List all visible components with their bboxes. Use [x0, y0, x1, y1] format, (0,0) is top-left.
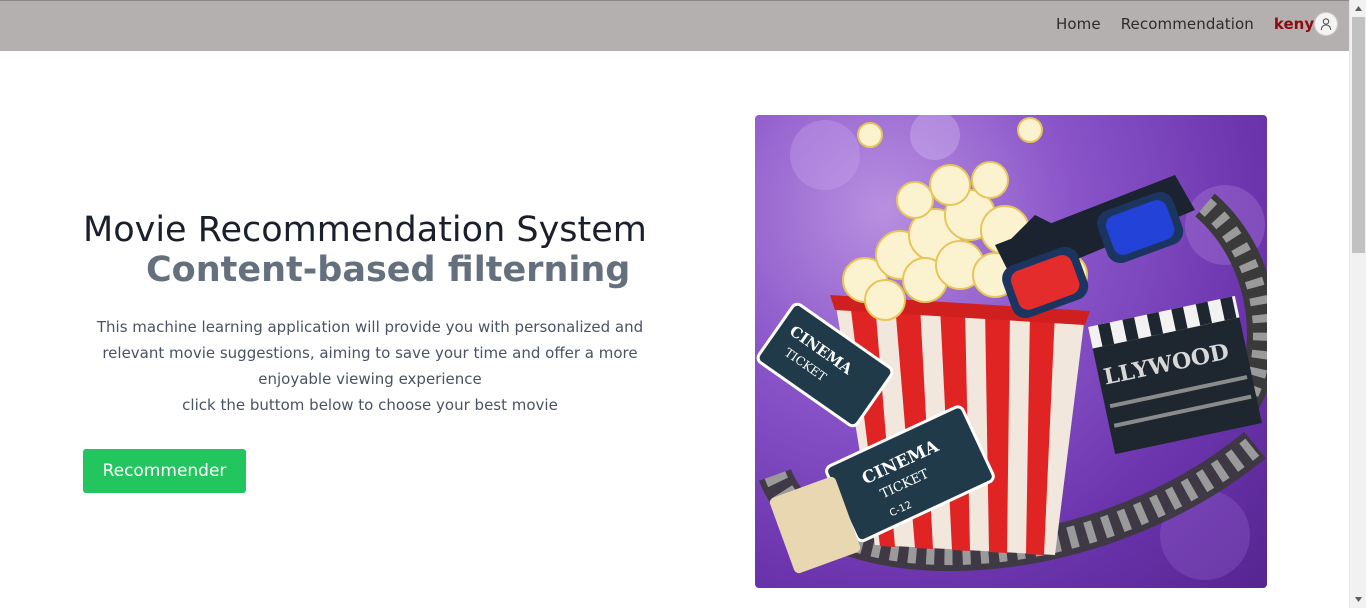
hero-description: This machine learning application will p…	[70, 314, 670, 418]
nav-home-link[interactable]: Home	[1056, 15, 1101, 33]
page-title: Movie Recommendation System	[83, 210, 647, 250]
nav-links: Home Recommendation kenyat	[1056, 15, 1331, 33]
hero-illustration: LLYWOOD CINEMA TICKET CINEMA TICKET C-12	[755, 115, 1267, 588]
popcorn-illustration: LLYWOOD CINEMA TICKET CINEMA TICKET C-12	[756, 115, 1267, 580]
page-scrollbar[interactable]	[1349, 0, 1366, 608]
scrollbar-thumb[interactable]	[1352, 17, 1365, 253]
description-instruction: click the buttom below to choose your be…	[182, 396, 558, 414]
description-text: This machine learning application will p…	[96, 318, 644, 388]
user-icon[interactable]	[1314, 12, 1338, 36]
scroll-up-icon[interactable]	[1350, 0, 1366, 17]
navbar: Home Recommendation kenyat	[0, 0, 1349, 51]
page-subtitle: Content-based filterning	[146, 250, 631, 290]
recommender-button[interactable]: Recommender	[83, 449, 246, 493]
nav-recommendation-link[interactable]: Recommendation	[1121, 15, 1254, 33]
scroll-down-icon[interactable]	[1350, 591, 1366, 608]
